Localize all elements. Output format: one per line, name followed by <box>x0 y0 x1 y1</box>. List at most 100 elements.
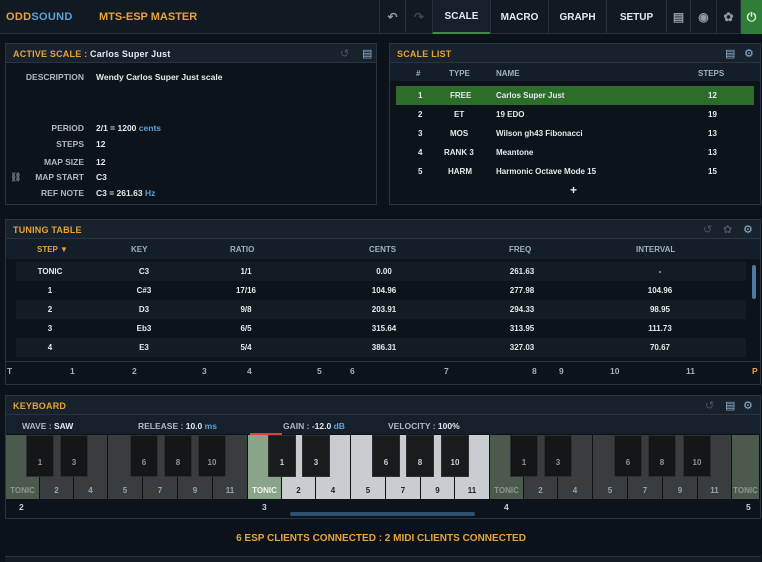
gear-icon[interactable]: ⚙ <box>744 47 754 60</box>
column-number: # <box>416 69 421 78</box>
cell-ratio: 6/5 <box>240 324 252 333</box>
cell-key: D3 <box>138 305 150 314</box>
document-icon[interactable]: ▤ <box>725 399 735 412</box>
scale-list-row[interactable]: 5 HARM Harmonic Octave Mode 15 15 <box>396 162 754 181</box>
cell-key: C3 <box>138 267 150 276</box>
gear-icon[interactable]: ⚙ <box>743 223 753 236</box>
piano-key-black[interactable]: 8 <box>164 435 192 477</box>
cell-step: 3 <box>47 324 53 333</box>
ruler-label: 2 <box>132 366 137 376</box>
palette-icon[interactable]: ✿ <box>716 0 740 34</box>
row-type: HARM <box>448 167 472 176</box>
steps-value[interactable]: 12 <box>96 139 105 149</box>
tab-graph[interactable]: GRAPH <box>548 0 606 34</box>
keyboard-scrollbar[interactable] <box>290 512 475 516</box>
tuning-row[interactable]: 2 D3 9/8 203.91 294.33 98.95 <box>16 300 746 319</box>
row-name: 19 EDO <box>496 110 525 119</box>
piano-key-black[interactable]: 10 <box>683 435 711 477</box>
tuning-table-scrollbar[interactable] <box>752 265 756 299</box>
piano-key-black[interactable]: 1 <box>268 435 296 477</box>
column-step[interactable]: STEP ▼ <box>37 245 68 254</box>
gear-icon[interactable]: ⚙ <box>743 399 753 412</box>
oddsound-logo: ODDSOUND <box>6 11 73 23</box>
cell-interval: 98.95 <box>649 305 671 314</box>
row-type: FREE <box>450 91 472 100</box>
octave-label: 3 <box>262 502 267 512</box>
piano-key-black[interactable]: 6 <box>614 435 642 477</box>
piano-key-black[interactable]: 8 <box>648 435 676 477</box>
document-icon[interactable]: ▤ <box>362 47 372 60</box>
column-key: KEY <box>131 245 148 254</box>
column-freq: FREQ <box>509 245 532 254</box>
wave-control[interactable]: WAVE : SAW <box>22 421 73 431</box>
row-number: 3 <box>418 129 423 138</box>
row-steps: 13 <box>708 129 717 138</box>
cell-cents: 203.91 <box>371 305 397 314</box>
add-scale-button[interactable]: + <box>570 183 577 197</box>
ruler-label: 10 <box>610 366 620 376</box>
reset-icon[interactable]: ↺ <box>705 399 714 412</box>
cell-cents: 315.64 <box>371 324 397 333</box>
row-name: Carlos Super Just <box>496 91 565 100</box>
scale-list-row[interactable]: 2 ET 19 EDO 19 <box>396 105 754 124</box>
palette-icon[interactable]: ✿ <box>723 223 732 236</box>
release-control[interactable]: RELEASE : 10.0 ms <box>138 421 217 431</box>
piano-key-black[interactable]: 1 <box>510 435 538 477</box>
power-icon[interactable]: ⏻ <box>740 0 762 34</box>
scale-list-row[interactable]: 3 MOS Wilson gh43 Fibonacci 13 <box>396 124 754 143</box>
map-size-value[interactable]: 12 <box>96 157 105 167</box>
cell-key: C#3 <box>136 286 152 295</box>
gain-control[interactable]: GAIN : -12.0 dB <box>283 421 345 431</box>
scale-list-row[interactable]: 1 FREE Carlos Super Just 12 <box>396 86 754 105</box>
piano-key-black[interactable]: 8 <box>406 435 434 477</box>
ruler-label: 11 <box>686 366 695 376</box>
ruler-label: 1 <box>70 366 75 376</box>
row-steps: 13 <box>708 148 717 157</box>
piano-key-black[interactable]: 10 <box>198 435 226 477</box>
tuning-row[interactable]: 3 Eb3 6/5 315.64 313.95 111.73 <box>16 319 746 338</box>
ruler-label: 4 <box>247 366 252 376</box>
row-type: ET <box>454 110 465 119</box>
piano-key-black[interactable]: 3 <box>60 435 88 477</box>
map-size-label: MAP SIZE <box>44 157 84 167</box>
reset-icon[interactable]: ↺ <box>340 47 349 60</box>
row-steps: 15 <box>708 167 717 176</box>
velocity-control[interactable]: VELOCITY : 100% <box>388 421 460 431</box>
row-number: 2 <box>418 110 423 119</box>
app-title: MTS-ESP MASTER <box>99 11 198 23</box>
redo-icon[interactable]: ↷ <box>405 0 432 34</box>
tuning-row[interactable]: 4 E3 5/4 386.31 327.03 70.67 <box>16 338 746 357</box>
ref-note-value[interactable]: C3 = 261.63 Hz <box>96 188 155 198</box>
ruler-label: 9 <box>559 366 564 376</box>
reset-icon[interactable]: ↺ <box>703 223 712 236</box>
period-value[interactable]: 2/1 = 1200 cents <box>96 123 161 133</box>
description-value[interactable]: Wendy Carlos Super Just scale <box>96 72 222 82</box>
tuning-row[interactable]: TONIC C3 1/1 0.00 261.63 - <box>16 262 746 281</box>
document-icon[interactable]: ▤ <box>666 0 690 34</box>
document-icon[interactable]: ▤ <box>725 47 735 60</box>
tuning-row[interactable]: 1 C#3 17/16 104.96 277.98 104.96 <box>16 281 746 300</box>
top-bar: ODDSOUND MTS-ESP MASTER ↶ ↷ SCALE MACRO … <box>0 0 762 34</box>
undo-icon[interactable]: ↶ <box>379 0 405 34</box>
piano-key-black[interactable]: 3 <box>544 435 572 477</box>
piano-key-black[interactable]: 1 <box>26 435 54 477</box>
row-name: Harmonic Octave Mode 15 <box>496 167 597 176</box>
scale-list-row[interactable]: 4 RANK 3 Meantone 13 <box>396 143 754 162</box>
piano-key[interactable]: TONIC <box>732 435 760 499</box>
row-type: MOS <box>450 129 469 138</box>
ruler-label: P <box>752 366 758 376</box>
eye-icon[interactable]: ◉ <box>690 0 716 34</box>
piano-key-black[interactable]: 10 <box>441 435 469 477</box>
piano-key-black[interactable]: 3 <box>302 435 330 477</box>
tab-scale[interactable]: SCALE <box>432 0 490 34</box>
scale-list-title: SCALE LIST <box>397 49 452 59</box>
active-scale-header: ACTIVE SCALE : Carlos Super Just ↺ ▤ <box>6 44 376 63</box>
piano-key-black[interactable]: 6 <box>130 435 158 477</box>
tab-macro[interactable]: MACRO <box>490 0 548 34</box>
ruler-line <box>6 361 760 362</box>
column-interval: INTERVAL <box>636 245 676 254</box>
piano-key-black[interactable]: 6 <box>372 435 400 477</box>
tab-setup[interactable]: SETUP <box>606 0 666 34</box>
map-start-value[interactable]: C3 <box>96 172 107 182</box>
octave-label: 5 <box>746 502 751 512</box>
